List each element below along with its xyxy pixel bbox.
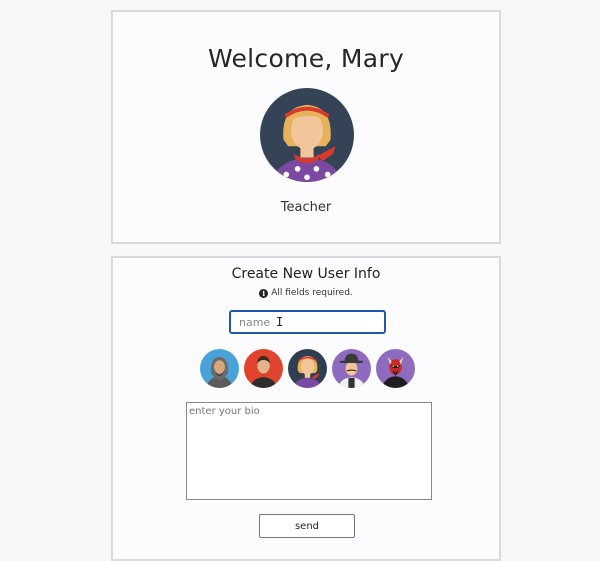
text-cursor-icon: I bbox=[276, 315, 284, 329]
teacher-avatar-icon[interactable] bbox=[288, 349, 327, 388]
welcome-title: Welcome, Mary bbox=[207, 44, 405, 73]
darth-maul-avatar-icon[interactable] bbox=[376, 349, 415, 388]
create-user-form: Create New User Info i All fields require… bbox=[111, 256, 501, 561]
send-button[interactable]: send bbox=[259, 514, 355, 538]
bearded-man-avatar-icon[interactable] bbox=[200, 349, 239, 388]
welcome-card: Welcome, Mary Teacher bbox=[111, 10, 501, 244]
hipster-man-avatar-icon[interactable] bbox=[244, 349, 283, 388]
required-note-text: All fields required. bbox=[271, 288, 353, 298]
info-icon: i bbox=[259, 289, 269, 298]
name-input[interactable] bbox=[229, 310, 386, 334]
bio-textarea[interactable] bbox=[186, 402, 432, 500]
required-note: i All fields required. bbox=[113, 288, 499, 298]
gentleman-hat-avatar-icon[interactable] bbox=[332, 349, 371, 388]
form-title: Create New User Info bbox=[231, 266, 381, 282]
teacher-avatar-icon bbox=[260, 88, 354, 182]
avatar-picker bbox=[200, 349, 416, 389]
role-label: Teacher bbox=[280, 200, 332, 215]
